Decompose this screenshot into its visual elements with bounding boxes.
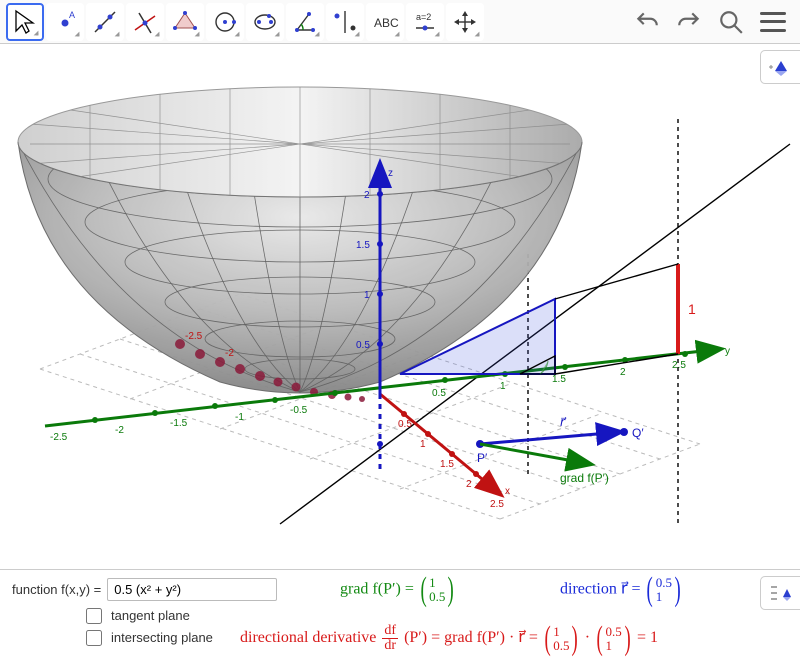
app-root: A ABC a=2 [0,0,800,670]
z-label: z [388,168,393,179]
label-grad: grad f(P′) [560,471,609,485]
svg-text:ABC: ABC [374,16,399,30]
graphics-view-3d[interactable]: 0.5 1 1.5 2 2.5 x -2.5 -2 -2.5 -2 [0,44,800,570]
x-tick: 1.5 [440,459,454,470]
tool-angle[interactable] [286,3,324,41]
tool-circle[interactable] [206,3,244,41]
tool-text[interactable]: ABC [366,3,404,41]
function-label: function f(x,y) = [12,582,101,597]
x-tick: -2 [225,348,234,359]
y-label: y [725,346,730,357]
y-tick: 2 [620,367,626,378]
check-intersecting-box[interactable] [86,630,102,646]
y-tick: 1 [500,381,506,392]
tool-line[interactable] [86,3,124,41]
z-tick: 2 [364,190,370,201]
tool-point[interactable]: A [46,3,84,41]
label-one: 1 [688,301,696,317]
label-q: Q′ [632,426,644,440]
hamburger-icon [760,12,786,32]
tool-perpendicular[interactable] [126,3,164,41]
x-tick: 0.5 [398,419,412,430]
y-tick: 0.5 [432,388,446,399]
y-tick: 2.5 [672,360,686,371]
tool-slider[interactable]: a=2 [406,3,444,41]
y-tick: -2.5 [50,432,68,443]
tool-ellipse[interactable] [246,3,284,41]
scene-svg: 0.5 1 1.5 2 2.5 x -2.5 -2 -2.5 -2 [0,44,800,570]
y-tick: -0.5 [290,405,308,416]
stylebar-toggle-3d[interactable] [760,50,800,84]
x-tick: 2 [466,479,472,490]
check-tangent-label: tangent plane [111,608,190,625]
svg-text:A: A [69,10,75,20]
check-tangent-box[interactable] [86,608,102,624]
directional-expr: directional derivative dfdr (P′) = grad … [240,624,658,653]
function-input[interactable] [107,578,277,601]
tool-reflect[interactable] [326,3,364,41]
toolbar: A ABC a=2 [0,0,800,44]
undo-button[interactable] [632,7,662,37]
y-tick: 1.5 [552,374,566,385]
y-tick: -1 [235,412,244,423]
tool-move-view[interactable] [446,3,484,41]
redo-button[interactable] [674,7,704,37]
menu-button[interactable] [758,7,788,37]
y-tick: -1.5 [170,418,188,429]
direction-expr: direction r⃗ = (0.51) [560,576,683,603]
y-tick: -2 [115,425,124,436]
algebra-panel: function f(x,y) = tangent plane intersec… [0,570,800,670]
label-p: P′ [477,451,488,465]
z-tick: 0.5 [356,340,370,351]
x-tick: -2.5 [185,331,203,342]
check-intersecting-label: intersecting plane [111,630,213,647]
tool-move[interactable] [6,3,44,41]
svg-text:a=2: a=2 [416,12,431,22]
stylebar-toggle-algebra[interactable] [760,576,800,610]
z-tick: 1.5 [356,240,370,251]
search-button[interactable] [716,7,746,37]
gradient-expr: grad f(P′) = (10.5) [340,576,457,603]
x-tick: 2.5 [490,499,504,510]
tool-polygon[interactable] [166,3,204,41]
floor-vectors: P′ Q′ r⃗ grad f(P′) [476,415,644,485]
x-tick: 1 [420,439,426,450]
z-tick: 1 [364,290,370,301]
x-label: x [505,486,510,497]
toolbar-right [632,7,794,37]
